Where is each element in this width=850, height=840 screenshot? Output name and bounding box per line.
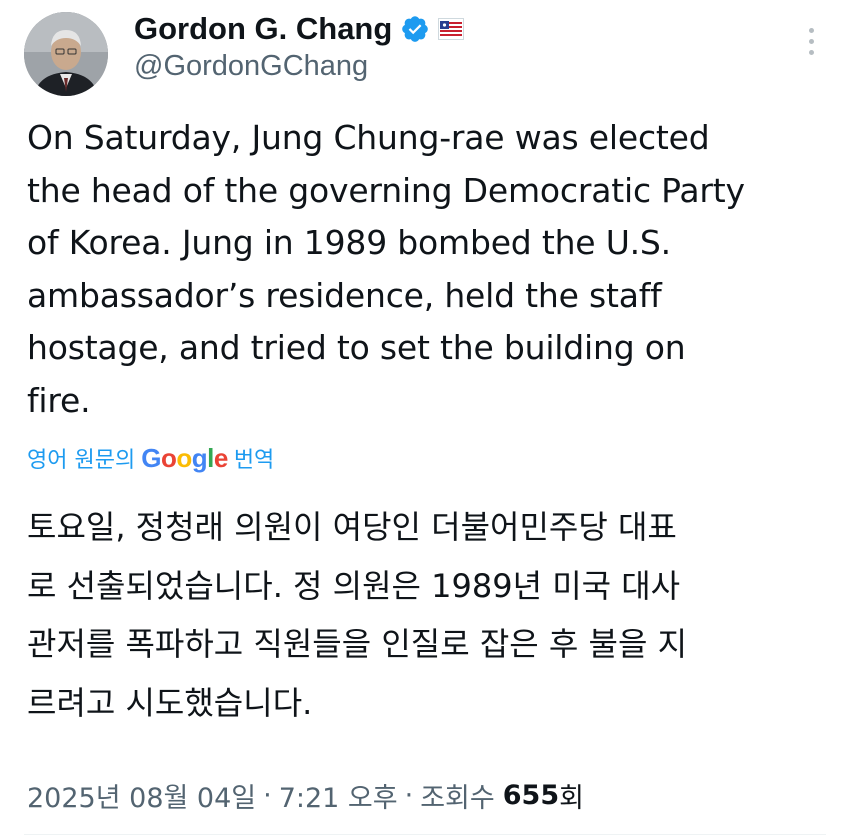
tweet-card: Gordon G. Chang @GordonGChang On Saturda… [0, 0, 850, 840]
tweet-text-line: On Saturday, Jung Chung-rae was elected [27, 118, 710, 157]
google-letter: e [213, 442, 228, 473]
more-options-icon[interactable] [796, 24, 826, 58]
more-dot-icon [808, 38, 814, 44]
author-name-row: Gordon G. Chang [134, 8, 465, 50]
translated-text-line: 관저를 폭파하고 직원들을 인질로 잡은 후 불을 지 [27, 625, 688, 663]
views-label: 조회수 [420, 782, 495, 814]
more-dot-icon [808, 27, 814, 33]
meta-separator: · [263, 779, 272, 811]
tweet-text-line: of Korea. Jung in 1989 bombed the U.S. [27, 223, 671, 262]
translated-text-line: 토요일, 정청래 의원이 여당인 더불어민주당 대표 [27, 508, 677, 546]
verified-badge-icon[interactable] [400, 14, 430, 44]
tweet-time[interactable]: 7:21 오후 [279, 776, 398, 815]
translation-suffix: 번역 [233, 448, 275, 473]
author-display-name[interactable]: Gordon G. Chang [134, 11, 392, 47]
google-letter: G [141, 442, 161, 473]
flag-badge-icon[interactable] [438, 18, 465, 40]
meta-separator: · [404, 779, 414, 811]
tweet-text-line: fire. [27, 380, 91, 420]
views-count: 655 [502, 779, 560, 811]
tweet-date[interactable]: 2025년 08월 04일 [27, 776, 256, 815]
google-logo: Google [141, 443, 228, 474]
translated-text-line: 로 선출되었습니다. 정 의원은 1989년 미국 대사 [27, 566, 681, 605]
google-letter: o [176, 442, 192, 473]
tweet-text-line: ambassador’s residence, held the staff [27, 275, 662, 315]
translation-link[interactable]: 영어 원문의 Google 번역 [27, 440, 274, 476]
tweet-text: On Saturday, Jung Chung-rae was elected … [27, 112, 827, 427]
author-handle[interactable]: @GordonGChang [134, 50, 368, 83]
tweet-meta: 2025년 08월 04일 · 7:21 오후 · 조회수 655 회 [27, 774, 584, 816]
translation-prefix: 영어 원문의 [27, 448, 136, 473]
google-letter: l [207, 442, 214, 473]
avatar-image [24, 12, 108, 96]
google-letter: o [160, 442, 177, 473]
google-letter: g [191, 442, 208, 473]
tweet-text-line: the head of the governing Democratic Par… [27, 170, 745, 210]
views-suffix: 회 [559, 782, 584, 814]
tweet-text-line: hostage, and tried to set the building o… [27, 328, 686, 367]
avatar[interactable] [24, 12, 108, 96]
divider [24, 834, 826, 835]
more-dot-icon [808, 49, 814, 55]
translated-text-line: 르려고 시도했습니다. [27, 683, 313, 722]
translated-text: 토요일, 정청래 의원이 여당인 더불어민주당 대표 로 선출되었습니다. 정 … [27, 498, 827, 732]
